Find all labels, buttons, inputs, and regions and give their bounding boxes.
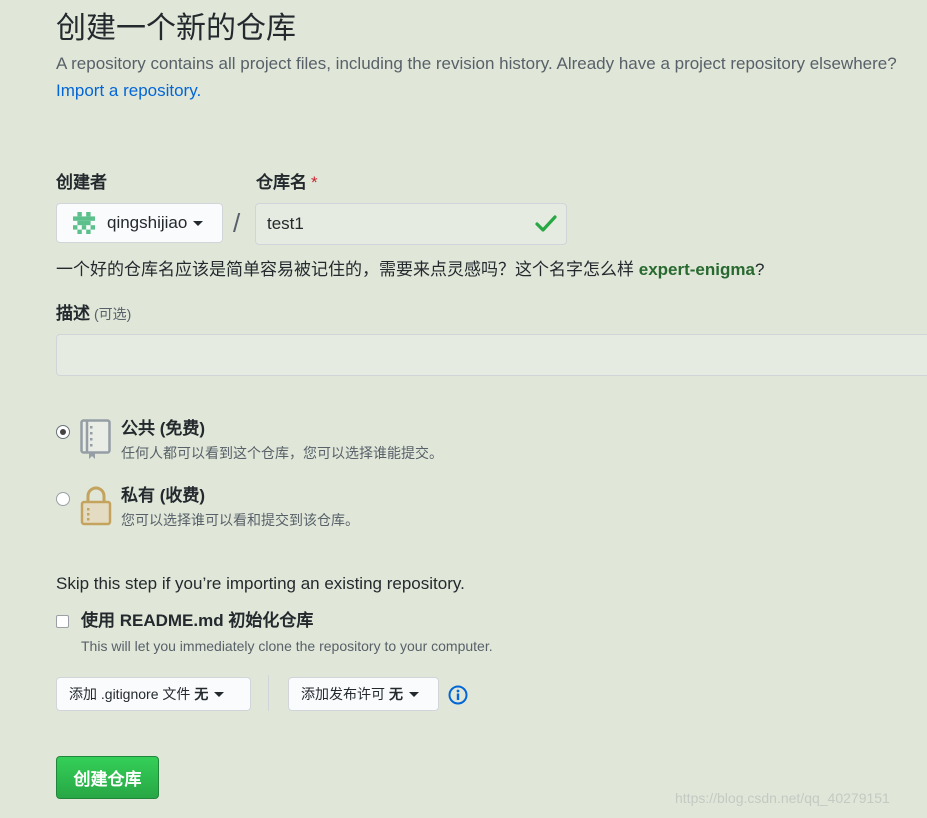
gitignore-select-value: 无 [194, 686, 209, 702]
owner-select-button[interactable]: qingshijiao [56, 203, 223, 243]
create-repository-button[interactable]: 创建仓库 [56, 756, 159, 799]
name-suggestion-link[interactable]: expert-enigma [639, 260, 755, 279]
license-select-button[interactable]: 添加发布许可 无 [288, 677, 439, 711]
page-title: 创建一个新的仓库 [56, 12, 296, 45]
repo-name-label: 仓库名 * [256, 171, 318, 195]
repo-name-label-text: 仓库名 [256, 173, 307, 192]
lock-icon [80, 486, 112, 526]
repo-book-icon [80, 419, 111, 459]
owner-name: qingshijiao [107, 213, 188, 232]
readme-option-desc: This will let you immediately clone the … [81, 638, 493, 654]
required-mark: * [311, 173, 318, 192]
hint-suffix: ? [754, 260, 765, 279]
description-input[interactable] [56, 334, 927, 376]
chevron-down-icon [214, 691, 225, 697]
info-icon[interactable] [448, 685, 468, 705]
private-option-desc: 您可以选择谁可以看和提交到该仓库。 [121, 512, 359, 528]
private-option-title: 私有 (收费) [121, 486, 206, 505]
license-select-label: 添加发布许可 [301, 686, 385, 702]
owner-repo-separator: / [233, 208, 241, 238]
hint-text: 一个好的仓库名应该是简单容易被记住的，需要来点灵感吗？这个名字怎么样 [56, 260, 634, 279]
check-icon [535, 215, 557, 232]
gitignore-select-button[interactable]: 添加 .gitignore 文件 无 [56, 677, 251, 711]
public-option-desc: 任何人都可以看到这个仓库，您可以选择谁能提交。 [121, 445, 443, 461]
readme-checkbox[interactable] [56, 615, 69, 628]
description-label-text: 描述 [56, 304, 90, 323]
optional-tag: (可选) [94, 306, 132, 322]
watermark-text: https://blog.csdn.net/qq_40279151 [675, 790, 890, 806]
license-select-value: 无 [389, 686, 403, 702]
page-lead-text: A repository contains all project files,… [56, 54, 897, 73]
public-option-title: 公共 (免费) [121, 419, 206, 438]
identicon-avatar [73, 212, 95, 234]
skip-step-text: Skip this step if you’re importing an ex… [56, 574, 465, 593]
readme-option-title: 使用 README.md 初始化仓库 [81, 611, 314, 630]
private-radio[interactable] [56, 492, 70, 506]
owner-label: 创建者 [56, 173, 107, 192]
import-repository-link[interactable]: Import a repository. [56, 79, 201, 103]
chevron-down-icon [193, 220, 204, 226]
select-divider [268, 675, 269, 711]
gitignore-select-label: 添加 .gitignore 文件 [69, 686, 191, 702]
repo-name-input[interactable] [255, 203, 567, 245]
chevron-down-icon [409, 691, 419, 697]
public-radio[interactable] [56, 425, 70, 439]
description-label: 描述 (可选) [56, 302, 131, 326]
repo-name-hint: 一个好的仓库名应该是简单容易被记住的，需要来点灵感吗？这个名字怎么样 exper… [56, 258, 764, 282]
